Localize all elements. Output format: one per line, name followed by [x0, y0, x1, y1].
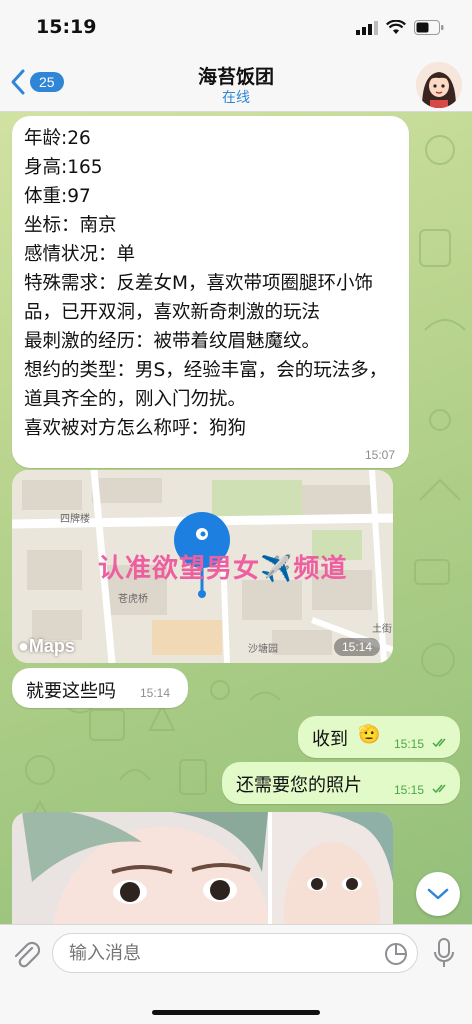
profile-line: 坐标：南京: [24, 215, 117, 236]
chevron-down-icon: [427, 888, 449, 900]
online-status: 在线: [222, 90, 250, 106]
profile-line: 体重:97: [24, 186, 91, 207]
message-bubble-out[interactable]: 收到 🫡 15:15: [298, 716, 460, 758]
sticker-icon[interactable]: [384, 942, 408, 966]
double-check-icon: [432, 738, 446, 748]
profile-line: 喜欢被对方怎么称呼：狗狗: [24, 418, 247, 439]
map-street-label: 四牌楼: [60, 514, 90, 525]
wifi-icon: [386, 20, 406, 34]
scroll-to-bottom-button[interactable]: [416, 872, 460, 916]
profile-text: 年龄:26 身高:165 体重:97 坐标：南京 感情状况：单 特殊需求：反差女…: [24, 124, 404, 443]
double-check-icon: [432, 784, 446, 794]
microphone-icon[interactable]: [434, 938, 454, 968]
apple-logo-icon: ●: [18, 636, 29, 656]
photo-image: [12, 812, 393, 924]
message-text: 就要这些吗: [26, 681, 116, 702]
status-time: 15:19: [36, 16, 97, 38]
status-bar: 15:19: [0, 0, 472, 56]
profile-line: 最刺激的经历：被带着纹眉魅魔纹。: [24, 331, 321, 352]
message-time: 15:07: [364, 448, 395, 462]
message-bubble-in[interactable]: 就要这些吗 15:14: [12, 668, 188, 708]
profile-line: 特殊需求：反差女M，喜欢带项圈腿环小饰品，已开双洞，喜欢新奇刺激的玩法: [24, 273, 373, 323]
message-time: 15:15: [394, 737, 425, 751]
map-street-label: 沙塘园: [248, 644, 278, 655]
maps-brand: ●Maps: [18, 636, 75, 657]
photo-album[interactable]: [12, 812, 393, 924]
profile-line: 年龄:26: [24, 128, 91, 149]
home-indicator: [152, 1010, 320, 1015]
message-time: 15:14: [140, 686, 171, 700]
map-street-label: 土街: [372, 624, 392, 635]
salute-emoji: 🫡: [358, 724, 381, 745]
message-time: 15:14: [334, 638, 381, 656]
chat-title[interactable]: 海苔饭团: [0, 62, 472, 89]
message-input[interactable]: [52, 933, 418, 973]
message-text: 还需要您的照片: [236, 775, 362, 796]
map-street-label: 苍虎桥: [118, 594, 148, 605]
battery-icon: [414, 20, 444, 35]
message-bubble-profile[interactable]: 年龄:26 身高:165 体重:97 坐标：南京 感情状况：单 特殊需求：反差女…: [12, 116, 409, 468]
status-icons: [356, 20, 444, 35]
avatar-illustration: [416, 62, 462, 108]
watermark-overlay-text: 认准欲望男女✈️频道: [98, 554, 348, 584]
profile-line: 感情状况：单: [24, 244, 136, 265]
cellular-signal-icon: [356, 20, 378, 35]
message-input-bar: [0, 924, 472, 1024]
profile-line: 想约的类型：男S，经验丰富，会的玩法多，道具齐全的，刚入门勿扰。: [24, 360, 388, 410]
paperclip-icon[interactable]: [12, 939, 40, 969]
contact-avatar[interactable]: [416, 62, 462, 108]
maps-brand-label: Maps: [28, 636, 75, 656]
profile-line: 身高:165: [24, 157, 103, 178]
message-text: 收到: [312, 729, 348, 750]
chat-header: 25 海苔饭团 在线: [0, 56, 472, 112]
message-bubble-out[interactable]: 还需要您的照片 15:15: [222, 762, 460, 804]
message-time: 15:15: [394, 783, 425, 797]
